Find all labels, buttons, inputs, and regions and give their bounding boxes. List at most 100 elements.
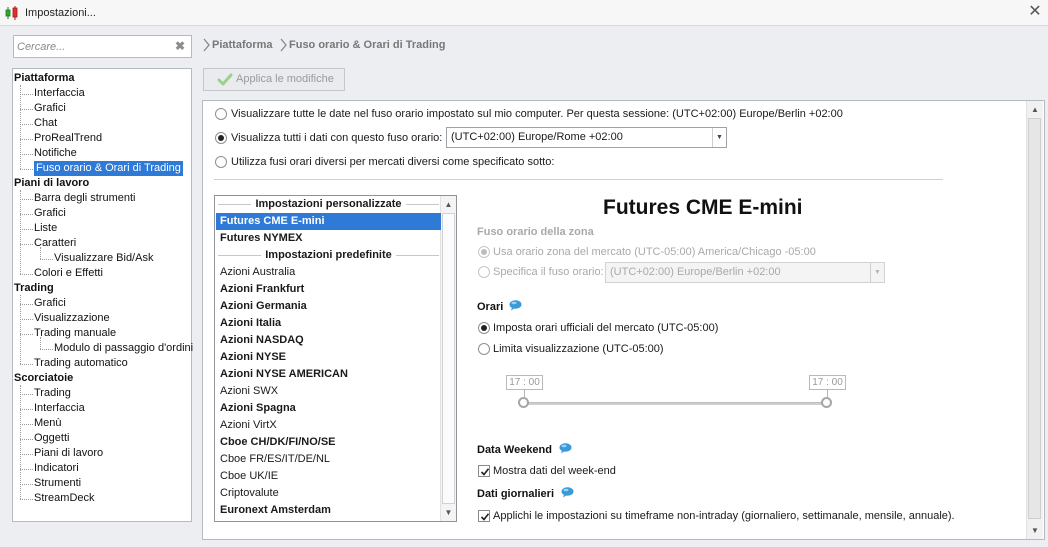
- scroll-down-icon[interactable]: ▼: [1027, 522, 1043, 539]
- tree-category[interactable]: Trading: [14, 281, 54, 296]
- timezone-select[interactable]: (UTC+02:00) Europe/Rome +02:00 ▼: [446, 127, 727, 148]
- tree-connector: [20, 484, 33, 485]
- tree-connector: [20, 319, 33, 320]
- market-timezone-select[interactable]: (UTC+02:00) Europe/Berlin +02:00 ▼: [605, 262, 885, 283]
- info-bubble-icon: [559, 443, 572, 454]
- market-list-item[interactable]: Cboe FR/ES/IT/DE/NL: [216, 451, 441, 468]
- tree-item[interactable]: Fuso orario & Orari di Trading: [34, 161, 183, 176]
- tree-item[interactable]: Visualizzazione: [34, 311, 110, 326]
- market-list-item[interactable]: Futures CME E-mini: [216, 213, 441, 230]
- chevron-down-icon: ▼: [712, 128, 726, 147]
- label-specify-timezone: Specifica il fuso orario:: [493, 266, 604, 278]
- hours-section-title: Orari: [477, 301, 504, 313]
- tree-connector: [20, 169, 33, 170]
- radio-use-market-timezone[interactable]: [478, 246, 490, 258]
- chevron-right-icon: [279, 38, 287, 52]
- tree-item[interactable]: Colori e Effetti: [34, 266, 103, 281]
- tree-item[interactable]: ProRealTrend: [34, 131, 102, 146]
- clear-search-icon[interactable]: ✖: [174, 39, 186, 53]
- market-list-item[interactable]: Azioni NASDAQ: [216, 332, 441, 349]
- radio-limit-display[interactable]: [478, 343, 490, 355]
- timezone-select-value: (UTC+02:00) Europe/Rome +02:00: [451, 131, 623, 143]
- tree-item[interactable]: Grafici: [34, 296, 66, 311]
- timezone-zone-section-title: Fuso orario della zona: [477, 226, 594, 238]
- tree-item[interactable]: Liste: [34, 221, 57, 236]
- market-list-item[interactable]: Azioni Spagna: [216, 400, 441, 417]
- tree-category[interactable]: Scorciatoie: [14, 371, 73, 386]
- radio-official-hours[interactable]: [478, 322, 490, 334]
- market-list-item[interactable]: Criptovalute: [216, 485, 441, 502]
- label-weekend-data: Mostra dati del week-end: [493, 465, 616, 477]
- tree-item[interactable]: Barra degli strumenti: [34, 191, 136, 206]
- close-icon[interactable]: ✕: [1026, 2, 1044, 22]
- chevron-right-icon: [202, 38, 210, 52]
- tree-item[interactable]: Interfaccia: [34, 86, 85, 101]
- market-list-item[interactable]: Azioni NYSE: [216, 349, 441, 366]
- market-list-item[interactable]: Futures NYMEX: [216, 230, 441, 247]
- market-list-item[interactable]: Azioni Italia: [216, 315, 441, 332]
- hours-slider-track[interactable]: [523, 402, 828, 405]
- tree-item[interactable]: Grafici: [34, 206, 66, 221]
- market-list-item[interactable]: Azioni SWX: [216, 383, 441, 400]
- tree-connector: [20, 199, 33, 200]
- divider: [214, 179, 943, 180]
- slider-end-handle[interactable]: [821, 397, 832, 408]
- market-list-item[interactable]: Azioni NYSE AMERICAN: [216, 366, 441, 383]
- tree-connector: [20, 139, 33, 140]
- checkbox-daily-settings[interactable]: [478, 510, 490, 522]
- market-list-item[interactable]: Euronext Amsterdam: [216, 502, 441, 519]
- tree-item[interactable]: Strumenti: [34, 476, 81, 491]
- tree-item[interactable]: Notifiche: [34, 146, 77, 161]
- tree-item[interactable]: StreamDeck: [34, 491, 95, 506]
- market-list-scrollbar-thumb[interactable]: [442, 213, 455, 504]
- radio-timezone-computer[interactable]: [215, 108, 227, 120]
- market-list-item[interactable]: Azioni Australia: [216, 264, 441, 281]
- tree-category[interactable]: Piani di lavoro: [14, 176, 89, 191]
- tree-item[interactable]: Interfaccia: [34, 401, 85, 416]
- market-list-item[interactable]: Cboe UK/IE: [216, 468, 441, 485]
- tree-item[interactable]: Trading automatico: [34, 356, 128, 371]
- tree-item[interactable]: Trading manuale: [34, 326, 116, 341]
- tree-item[interactable]: Piani di lavoro: [34, 446, 103, 461]
- settings-tree[interactable]: Piattaforma Interfaccia Grafici Chat ProReal…: [12, 68, 193, 522]
- scroll-up-icon[interactable]: ▲: [441, 196, 456, 213]
- market-list-item[interactable]: Azioni VirtX: [216, 417, 441, 434]
- scroll-down-icon[interactable]: ▼: [441, 504, 456, 521]
- info-bubble-icon: [561, 487, 574, 498]
- radio-timezone-per-market[interactable]: [215, 156, 227, 168]
- tree-item[interactable]: Visualizzare Bid/Ask: [54, 251, 153, 266]
- tree-connector: [20, 154, 33, 155]
- tree-item[interactable]: Modulo di passaggio d'ordini: [54, 341, 193, 356]
- search-input[interactable]: [17, 38, 167, 55]
- tree-category[interactable]: Piattaforma: [14, 71, 75, 86]
- tree-item[interactable]: Chat: [34, 116, 57, 131]
- market-list-item[interactable]: Azioni Germania: [216, 298, 441, 315]
- scroll-up-icon[interactable]: ▲: [1027, 101, 1043, 118]
- tree-item[interactable]: Menù: [34, 416, 62, 431]
- breadcrumb-item-platform[interactable]: Piattaforma: [212, 39, 273, 51]
- tree-item[interactable]: Indicatori: [34, 461, 79, 476]
- tree-item[interactable]: Trading: [34, 386, 71, 401]
- tree-connector: [20, 274, 33, 275]
- tree-connector: [40, 349, 53, 350]
- label-official-hours: Imposta orari ufficiali del mercato (UTC…: [493, 322, 719, 334]
- market-list-item[interactable]: Azioni Frankfurt: [216, 281, 441, 298]
- market-list-item[interactable]: Cboe CH/DK/FI/NO/SE: [216, 434, 441, 451]
- slider-start-handle[interactable]: [518, 397, 529, 408]
- label-timezone-fixed: Visualizza tutti i dati con questo fuso …: [231, 132, 443, 144]
- panel-scrollbar-thumb[interactable]: [1028, 118, 1041, 519]
- market-list-header-label: Impostazioni personalizzate: [251, 198, 406, 210]
- market-list[interactable]: ▲ ▼ Impostazioni personalizzate Futures C…: [214, 195, 457, 522]
- weekend-section-title: Data Weekend: [477, 444, 552, 456]
- tree-item[interactable]: Grafici: [34, 101, 66, 116]
- apply-changes-label: Applica le modifiche: [236, 73, 334, 85]
- radio-timezone-fixed[interactable]: [215, 132, 227, 144]
- tree-connector: [20, 454, 33, 455]
- tree-connector: [20, 394, 33, 395]
- checkbox-weekend-data[interactable]: [478, 465, 490, 477]
- apply-changes-button[interactable]: Applica le modifiche: [203, 68, 345, 91]
- tree-item[interactable]: Oggetti: [34, 431, 69, 446]
- slider-tick: [524, 390, 525, 397]
- market-list-scrollbar[interactable]: ▲ ▼: [440, 196, 456, 521]
- radio-specify-timezone[interactable]: [478, 266, 490, 278]
